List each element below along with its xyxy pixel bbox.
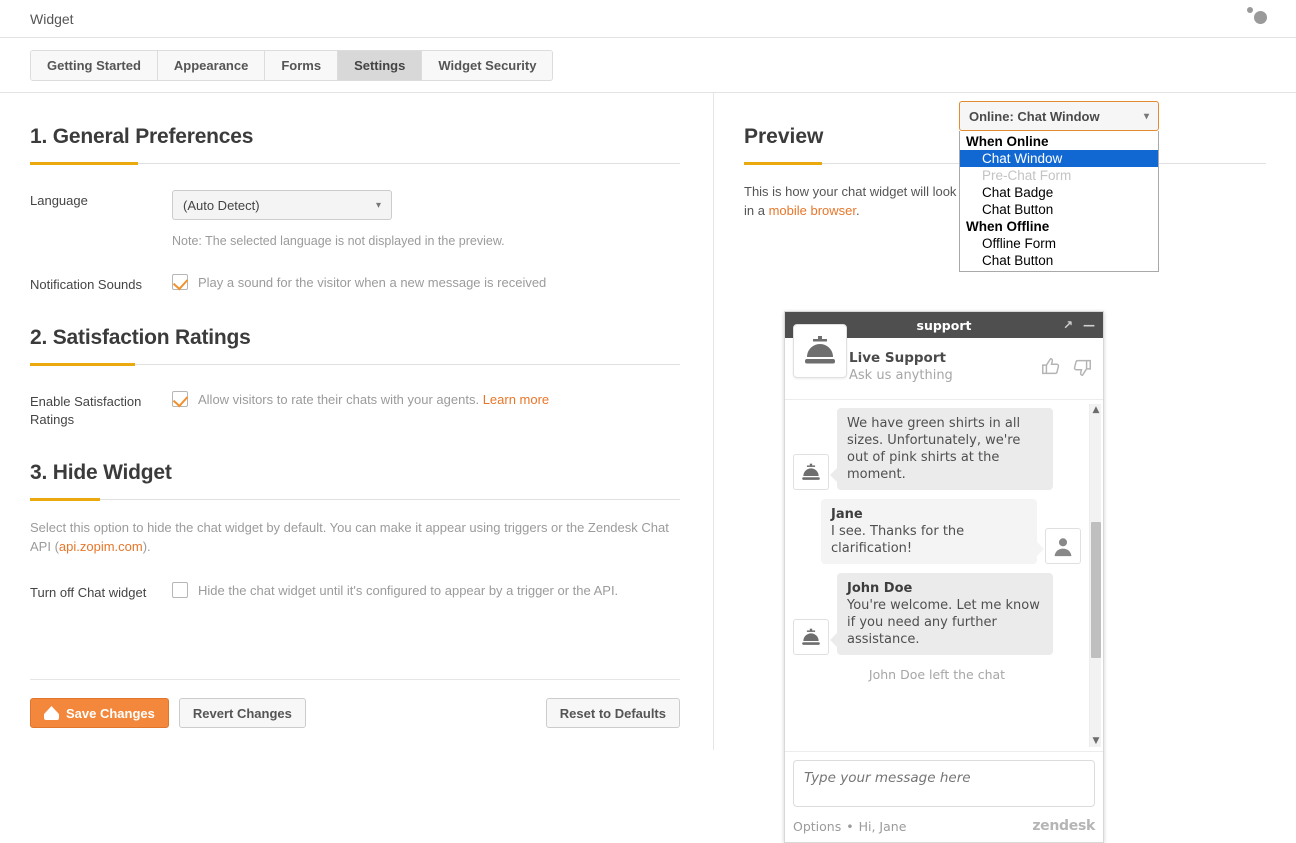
chevron-down-icon: ▾ xyxy=(1143,110,1149,122)
loading-dots-icon xyxy=(1238,6,1267,28)
section-divider xyxy=(30,363,680,366)
chat-message-sender: John Doe xyxy=(847,581,913,596)
option-offline-form[interactable]: Offline Form xyxy=(960,235,1158,252)
minimize-icon[interactable]: — xyxy=(1083,318,1095,332)
option-chat-button-offline[interactable]: Chat Button xyxy=(960,252,1158,269)
section-title-hide-widget: 3. Hide Widget xyxy=(30,461,172,484)
scrollbar-thumb[interactable] xyxy=(1091,522,1101,658)
optgroup-when-offline: When Offline xyxy=(966,219,1050,234)
tab-group: Getting Started Appearance Forms Setting… xyxy=(30,49,554,81)
learn-more-link[interactable]: Learn more xyxy=(483,392,549,407)
chat-message-log: We have green shirts in all sizes. Unfor… xyxy=(785,400,1103,751)
chat-composer: Options • Hi, Jane zendesk xyxy=(785,751,1103,842)
chat-agent-name: Live Support xyxy=(849,350,946,366)
settings-panel: 1. General Preferences Language (Auto De… xyxy=(0,93,714,750)
language-row: Language (Auto Detect) ▾ Note: The selec… xyxy=(30,190,713,248)
notification-sounds-label: Notification Sounds xyxy=(30,277,143,292)
chat-message-row: Jane I see. Thanks for the clarification… xyxy=(793,499,1081,564)
revert-changes-button[interactable]: Revert Changes xyxy=(178,698,306,728)
separator-dot: • xyxy=(846,818,854,834)
tab-bar: Getting Started Appearance Forms Setting… xyxy=(0,38,1296,93)
service-bell-icon xyxy=(793,324,847,378)
preview-panel: Preview This is how your chat widget wil… xyxy=(714,93,1296,843)
chat-options-link[interactable]: Options xyxy=(793,819,841,834)
scroll-up-arrow-icon[interactable]: ▲ xyxy=(1090,404,1102,416)
tab-forms[interactable]: Forms xyxy=(265,50,339,80)
chat-log-scrollbar[interactable]: ▲ ▼ xyxy=(1089,404,1101,747)
chat-message-text: You're welcome. Let me know if you need … xyxy=(847,598,1040,647)
hide-widget-description: Select this option to hide the chat widg… xyxy=(30,518,685,556)
tab-widget-security[interactable]: Widget Security xyxy=(422,50,553,80)
preview-desc-end: . xyxy=(856,203,860,218)
satisfaction-checkbox[interactable] xyxy=(172,391,188,407)
tab-settings[interactable]: Settings xyxy=(338,50,423,80)
language-label: Language xyxy=(30,193,88,208)
tab-appearance[interactable]: Appearance xyxy=(157,50,266,80)
notification-sounds-checkbox[interactable] xyxy=(172,274,188,290)
expand-arrow-icon[interactable]: ↗ xyxy=(1063,318,1073,332)
turn-off-chat-row: Turn off Chat widget Hide the chat widge… xyxy=(30,582,713,602)
chat-message-row: We have green shirts in all sizes. Unfor… xyxy=(793,408,1081,490)
section-title-general: 1. General Preferences xyxy=(30,125,254,148)
action-button-bar: Save Changes Revert Changes Reset to Def… xyxy=(30,679,680,728)
chat-widget-preview: support ↗ — Live Support Ask us anything… xyxy=(784,311,1104,843)
chat-message-bubble: We have green shirts in all sizes. Unfor… xyxy=(830,408,1053,490)
api-zopim-link[interactable]: api.zopim.com xyxy=(59,539,143,554)
satisfaction-text: Allow visitors to rate their chats with … xyxy=(198,392,480,407)
language-note: Note: The selected language is not displ… xyxy=(172,234,505,248)
turn-off-chat-checkbox[interactable] xyxy=(172,582,188,598)
chat-message-bubble: Jane I see. Thanks for the clarification… xyxy=(821,499,1044,564)
preview-mode-select[interactable]: Online: Chat Window ▾ When Online Chat W… xyxy=(959,101,1159,272)
option-chat-badge[interactable]: Chat Badge xyxy=(960,184,1158,201)
preview-mode-select-display[interactable]: Online: Chat Window ▾ xyxy=(959,101,1159,131)
person-icon xyxy=(1045,528,1081,564)
language-select[interactable]: (Auto Detect) ▾ xyxy=(172,190,392,220)
satisfaction-row: Enable Satisfaction Ratings Allow visito… xyxy=(30,391,713,429)
section-divider xyxy=(30,162,680,165)
chevron-down-icon: ▾ xyxy=(375,199,381,211)
turn-off-chat-label: Turn off Chat widget xyxy=(30,585,147,600)
zendesk-brand-label: zendesk xyxy=(1032,818,1095,834)
option-pre-chat-form: Pre-Chat Form xyxy=(982,168,1072,183)
tab-getting-started[interactable]: Getting Started xyxy=(31,50,158,80)
thumbs-down-icon[interactable] xyxy=(1071,356,1093,382)
option-chat-button-online[interactable]: Chat Button xyxy=(960,201,1158,218)
option-chat-window-online[interactable]: Chat Window xyxy=(960,150,1158,167)
scroll-down-arrow-icon[interactable]: ▼ xyxy=(1090,735,1102,747)
preview-mode-selected-value: Online: Chat Window xyxy=(969,108,1100,124)
preview-mode-option-list: When Online Chat Window Pre-Chat Form Ch… xyxy=(959,131,1159,272)
service-bell-icon xyxy=(793,454,829,490)
thumbs-up-icon[interactable] xyxy=(1040,356,1062,382)
top-bar: Widget xyxy=(0,0,1296,38)
chat-message-input[interactable] xyxy=(793,760,1095,807)
page-title: Widget xyxy=(30,10,74,27)
language-select-value: (Auto Detect) xyxy=(183,197,260,213)
turn-off-chat-text: Hide the chat widget until it's configur… xyxy=(198,583,619,598)
chat-title: support xyxy=(916,317,972,333)
zendesk-logo-icon xyxy=(44,706,59,720)
save-changes-label: Save Changes xyxy=(66,705,155,721)
chat-message-bubble: John Doe You're welcome. Let me know if … xyxy=(830,573,1053,655)
mobile-browser-link[interactable]: mobile browser xyxy=(769,203,856,218)
chat-greeting: Hi, Jane xyxy=(858,818,907,834)
notification-sounds-text: Play a sound for the visitor when a new … xyxy=(198,275,547,290)
save-changes-button[interactable]: Save Changes xyxy=(30,698,169,728)
service-bell-icon xyxy=(793,619,829,655)
section-title-satisfaction: 2. Satisfaction Ratings xyxy=(30,326,251,349)
section-divider xyxy=(30,498,680,501)
satisfaction-label: Enable Satisfaction Ratings xyxy=(30,394,142,427)
chat-agent-header: Live Support Ask us anything xyxy=(785,324,1103,400)
chat-message-text: I see. Thanks for the clarification! xyxy=(831,524,965,556)
chat-system-message: John Doe left the chat xyxy=(868,667,1006,682)
hide-desc-after: ). xyxy=(142,539,151,554)
chat-agent-tagline: Ask us anything xyxy=(849,368,953,383)
chat-message-row: John Doe You're welcome. Let me know if … xyxy=(793,573,1081,655)
preview-desc-line1: This is how your chat widget will look i… xyxy=(744,184,971,199)
optgroup-when-online: When Online xyxy=(966,134,1049,149)
notification-sounds-row: Notification Sounds Play a sound for the… xyxy=(30,274,713,294)
chat-message-sender: Jane xyxy=(831,507,863,522)
reset-to-defaults-button[interactable]: Reset to Defaults xyxy=(545,698,680,728)
